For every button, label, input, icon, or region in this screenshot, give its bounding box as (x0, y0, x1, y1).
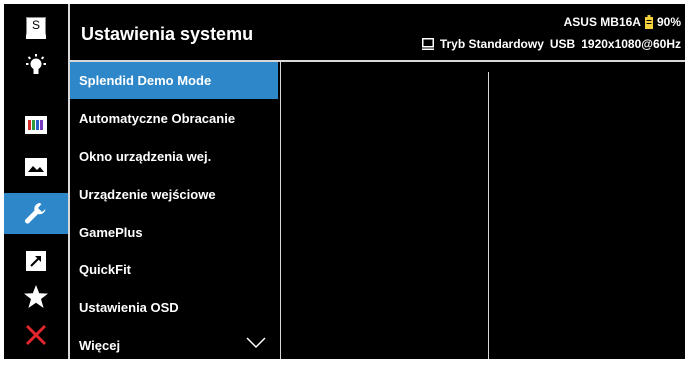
sidebar-item-splendid[interactable]: S (4, 6, 68, 47)
menu-item-osd-setup[interactable]: Ustawienia OSD (70, 289, 278, 326)
column-divider (280, 62, 281, 359)
sidebar-item-color[interactable] (4, 104, 68, 145)
menu-item-splendid-demo-mode[interactable]: Splendid Demo Mode (70, 62, 278, 99)
current-mode: Tryb Standardowy (439, 37, 544, 51)
column-divider (488, 72, 489, 359)
settings-menu: Splendid Demo Mode Automatyczne Obracani… (70, 62, 278, 365)
system-setup-icon (25, 202, 46, 223)
sidebar-item-blue-light[interactable] (4, 45, 68, 86)
sidebar-item-system-setup[interactable] (4, 193, 68, 234)
sidebar-item-shortcut[interactable] (4, 240, 68, 281)
blue-light-filter-icon (26, 53, 46, 74)
menu-item-auto-rotation[interactable]: Automatyczne Obracanie (70, 100, 278, 137)
menu-item-label: Okno urządzenia wej. (79, 148, 212, 164)
exit-icon (25, 324, 47, 345)
header-status-line: ASUS MB16A 90% (564, 15, 681, 29)
menu-item-label: Splendid Demo Mode (79, 73, 212, 88)
sidebar-item-my-favorite[interactable] (4, 276, 68, 317)
model-name: ASUS MB16A (563, 15, 641, 29)
battery-icon (644, 15, 653, 29)
image-icon (25, 157, 47, 176)
menu-item-label: Ustawienia OSD (79, 300, 179, 316)
menu-item-label: Automatyczne Obracanie (79, 110, 236, 126)
osd-panel: S Ustawienia systemu ASUS MB16A 90% Tryb… (4, 4, 685, 359)
splendid-icon: S (26, 17, 46, 36)
input-source: USB (549, 37, 576, 51)
my-favorite-icon (24, 284, 48, 308)
monitor-icon (421, 38, 434, 50)
sidebar-item-image[interactable] (4, 146, 68, 187)
color-icon (25, 115, 47, 134)
chevron-down-icon[interactable] (246, 337, 266, 349)
battery-level: 90% (656, 15, 681, 29)
shortcut-icon (26, 250, 46, 271)
menu-item-label: Więcej (79, 338, 121, 354)
menu-item-quickfit[interactable]: QuickFit (70, 251, 278, 288)
menu-item-label: QuickFit (79, 262, 132, 278)
header-signal-line: Tryb Standardowy USB 1920x1080@60Hz (421, 37, 681, 51)
menu-item-gameplus[interactable]: GamePlus (70, 214, 278, 251)
sidebar-item-exit[interactable] (4, 314, 68, 355)
menu-item-label: GamePlus (79, 224, 143, 240)
menu-item-label: Urządzenie wejściowe (79, 186, 216, 202)
sidebar: S (4, 4, 68, 359)
menu-item-input-device[interactable]: Urządzenie wejściowe (70, 176, 278, 213)
page-title: Ustawienia systemu (81, 24, 254, 44)
resolution: 1920x1080@60Hz (581, 37, 681, 51)
menu-item-input-window[interactable]: Okno urządzenia wej. (70, 138, 278, 175)
menu-item-more[interactable]: Więcej (70, 327, 278, 364)
